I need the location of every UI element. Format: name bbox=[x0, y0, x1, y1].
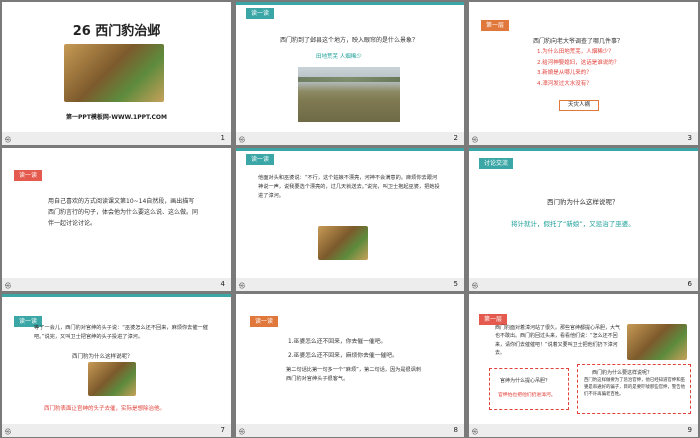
slide-answer: 将计就计，假托了“新娘”，又惩治了巫婆。 bbox=[511, 220, 635, 228]
slide-number: 7 bbox=[220, 426, 225, 434]
section-tag: 讨论交流 bbox=[479, 158, 514, 169]
answer-button[interactable]: 天灾人祸 bbox=[559, 100, 599, 111]
slide-paragraph: 他面对头和巫婆说：“不行，这个姑娘不漂亮，河神不会满意的。麻烦你去跟河神说一声，… bbox=[258, 175, 440, 199]
slide-footer: ㉿ 8 bbox=[236, 424, 464, 437]
slide-question: 西门豹到了邺县这个地方，映入眼帘的是什么景象？ bbox=[280, 37, 419, 44]
list-item: 3.新娘是从哪儿来的？ bbox=[537, 70, 592, 76]
footer-mark-icon: ㉿ bbox=[472, 429, 479, 436]
footer-mark-icon: ㉿ bbox=[239, 283, 246, 290]
footer-mark-icon: ㉿ bbox=[5, 429, 12, 436]
slide-footer: ㉿ 5 bbox=[236, 278, 464, 291]
slide-thumbnail-7[interactable]: 读一读 等了一会儿，西门豹对官绅的头子说：“巫婆怎么还不回来，麻烦你去催一催吧。… bbox=[2, 294, 231, 437]
slide-number: 8 bbox=[453, 426, 458, 434]
cartoon-illustration bbox=[627, 324, 687, 360]
slide-thumbnail-8[interactable]: 读一读 1.巫婆怎么还不回来，你去催一催吧。 2.巫婆怎么还不回来，麻烦你去催一… bbox=[236, 294, 464, 437]
slide-thumbnail-1[interactable]: 26 西门豹治邺 第一PPT模板网-WWW.1PPT.COM ㉿ 1 bbox=[2, 2, 231, 145]
slide-thumbnail-2[interactable]: 读一读 西门豹到了邺县这个地方，映入眼帘的是什么景象？ 田地荒芜 人烟稀少 ㉿ … bbox=[236, 2, 464, 145]
cartoon-illustration bbox=[88, 362, 136, 396]
slide-thumbnail-4[interactable]: 读一读 用自己喜欢的方式阅读课文第10~14自然段，画出描写西门豹言行的句子，体… bbox=[2, 148, 231, 291]
slide-footer: ㉿ 6 bbox=[469, 278, 698, 291]
slide-number: 4 bbox=[220, 280, 225, 288]
slide-footer: ㉿ 1 bbox=[2, 132, 231, 145]
top-bar bbox=[2, 294, 231, 297]
slide-paragraph: 西门豹面对着漳河站了很久。那些官绅都提心吊胆，大气也不敢出。西门豹回过头来，看看… bbox=[495, 325, 621, 357]
slide-answer: 西门豹表面让官绅的头子去催，实际是想除治他。 bbox=[44, 406, 166, 412]
footer-mark-icon: ㉿ bbox=[472, 283, 479, 290]
footer-mark-icon: ㉿ bbox=[472, 137, 479, 144]
sentence-1: 1.巫婆怎么还不回来，你去催一催吧。 bbox=[288, 339, 387, 345]
slide-number: 2 bbox=[453, 134, 458, 142]
slide-paragraph: 用自己喜欢的方式阅读课文第10~14自然段，画出描写西门豹言行的句子，体会他为什… bbox=[48, 198, 199, 227]
top-bar bbox=[236, 2, 464, 5]
section-tag: 读一读 bbox=[246, 154, 275, 165]
top-bar bbox=[236, 148, 464, 151]
slide-number: 3 bbox=[687, 134, 692, 142]
cartoon-illustration bbox=[64, 44, 164, 102]
top-bar bbox=[469, 148, 698, 151]
slide-question: 西门豹为什么这样说呢？ bbox=[547, 198, 619, 206]
slide-footer: ㉿ 2 bbox=[236, 132, 464, 145]
slide-footer: ㉿ 4 bbox=[2, 278, 231, 291]
list-item: 1.为什么田地荒芜，人烟稀少？ bbox=[537, 49, 614, 55]
box-title: 西门豹为什么要这样说呢？ bbox=[592, 370, 653, 376]
slide-thumbnail-5[interactable]: 读一读 他面对头和巫婆说：“不行，这个姑娘不漂亮，河神不会满意的。麻烦你去跟河神… bbox=[236, 148, 464, 291]
slide-thumbnail-3[interactable]: 第一层 西门豹向老大爷调查了哪几件事？ 1.为什么田地荒芜，人烟稀少？ 2.给河… bbox=[469, 2, 698, 145]
list-item: 4.漳河发过大水没有？ bbox=[537, 80, 592, 87]
slide-number: 5 bbox=[453, 280, 458, 288]
slide-note: 第二句话比第一句多一个“麻烦”，第二句话，因为是很讽刺西门豹对官绅头子很客气。 bbox=[286, 367, 422, 382]
slide-subtitle: 第一PPT模板网-WWW.1PPT.COM bbox=[66, 114, 167, 121]
slide-footer: ㉿ 7 bbox=[2, 424, 231, 437]
box-answer: 官绅怕也把他们扔进漳河。 bbox=[498, 393, 556, 398]
question-list: 1.为什么田地荒芜，人烟稀少？ 2.给河神娶媳妇，这话是谁说的？ 3.新娘是从哪… bbox=[537, 47, 619, 89]
section-tag: 读一读 bbox=[250, 316, 279, 327]
footer-mark-icon: ㉿ bbox=[239, 137, 246, 144]
slide-number: 6 bbox=[687, 280, 692, 288]
slide-question: 西门豹为什么这样说呢？ bbox=[72, 354, 133, 360]
slide-thumbnail-9[interactable]: 第一层 西门豹面对着漳河站了很久。那些官绅都提心吊胆，大气也不敢出。西门豹回过头… bbox=[469, 294, 698, 437]
footer-mark-icon: ㉿ bbox=[5, 137, 12, 144]
cartoon-illustration bbox=[318, 226, 368, 260]
sentence-2: 2.巫婆怎么还不回来，麻烦你去催一催吧。 bbox=[288, 353, 398, 359]
question-box-2: 西门豹为什么要这样说呢？ 西门豹这样做要为了惩治官绅，他已经知道官绅和巫婆是串通… bbox=[577, 364, 691, 414]
answer-caption: 田地荒芜 人烟稀少 bbox=[316, 54, 362, 60]
section-tag: 读一读 bbox=[246, 8, 275, 19]
footer-mark-icon: ㉿ bbox=[5, 283, 12, 290]
slide-footer: ㉿ 9 bbox=[469, 424, 698, 437]
box-answer: 西门豹这样做要为了惩治官绅，他已经知道官绅和巫婆是串通好的骗子，目的是要吓唬那些… bbox=[584, 378, 685, 398]
footer-mark-icon: ㉿ bbox=[239, 429, 246, 436]
slide-number: 9 bbox=[687, 426, 692, 434]
slide-footer: ㉿ 3 bbox=[469, 132, 698, 145]
section-tag: 读一读 bbox=[14, 170, 43, 181]
field-photo bbox=[298, 67, 400, 122]
slide-paragraph: 等了一会儿，西门豹对官绅的头子说：“巫婆怎么还不回来，麻烦你去催一催吧。”说完，… bbox=[34, 325, 208, 340]
box-title: 官绅为什么提心吊胆？ bbox=[500, 378, 551, 384]
slide-number: 1 bbox=[220, 134, 225, 142]
slide-question: 西门豹向老大爷调查了哪几件事？ bbox=[533, 38, 624, 45]
slide-thumbnail-6[interactable]: 讨论交流 西门豹为什么这样说呢？ 将计就计，假托了“新娘”，又惩治了巫婆。 ㉿ … bbox=[469, 148, 698, 291]
section-tag: 第一层 bbox=[481, 20, 510, 31]
list-item: 2.给河神娶媳妇，这话是谁说的？ bbox=[537, 59, 620, 66]
slide-title: 26 西门豹治邺 bbox=[72, 24, 161, 39]
question-box-1: 官绅为什么提心吊胆？ 官绅怕也把他们扔进漳河。 bbox=[489, 368, 569, 410]
